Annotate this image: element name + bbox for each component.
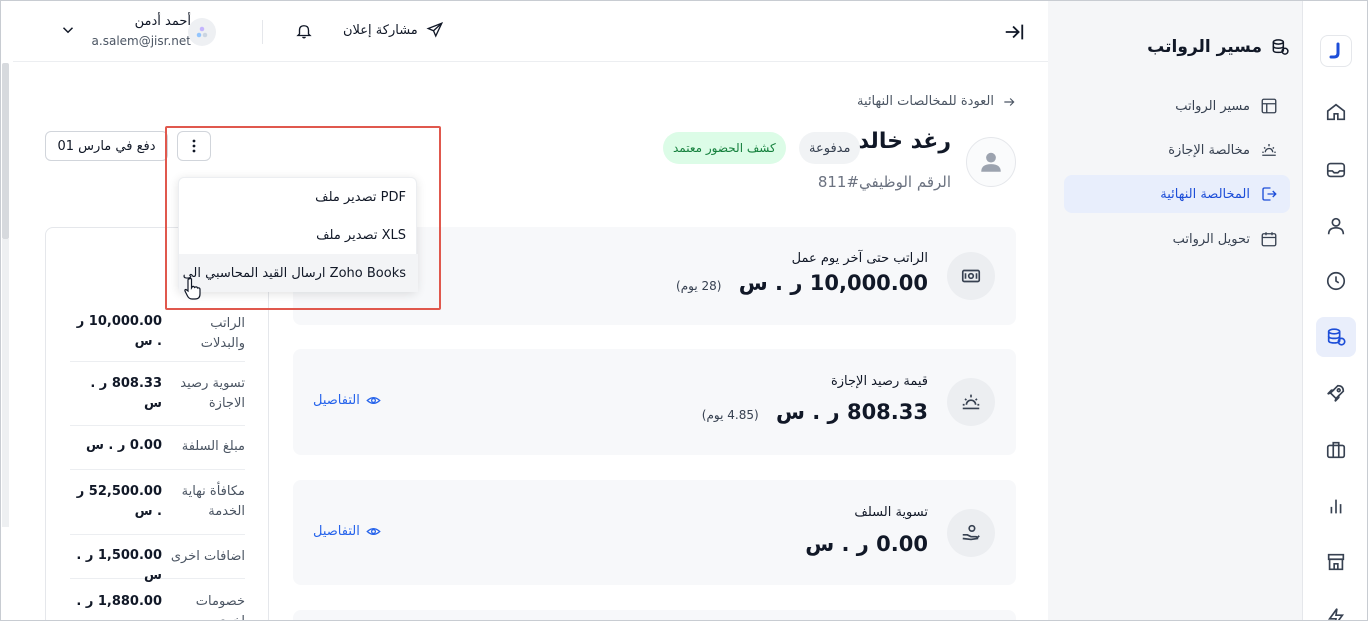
summary-label: مكافأة نهاية الخدمة: [181, 484, 245, 519]
app-window: مسير الرواتب مسير الرواتب مخالصة الإجازة…: [0, 0, 1368, 621]
summary-label: اضافات اخرى: [170, 549, 245, 564]
send-icon: [426, 22, 443, 38]
bar-chart-icon[interactable]: [1316, 486, 1356, 526]
clock-icon[interactable]: [1316, 261, 1356, 301]
home-icon[interactable]: [1316, 92, 1356, 132]
divider: [262, 20, 263, 44]
details-link[interactable]: التفاصيل: [313, 524, 381, 539]
payroll-sidebar-title-text: مسير الرواتب: [1147, 37, 1262, 57]
payroll-sidebar: مسير الرواتب مسير الرواتب مخالصة الإجازة…: [1048, 1, 1302, 620]
sidebar-item-leave-settlement[interactable]: مخالصة الإجازة: [1064, 131, 1290, 169]
user-name[interactable]: أحمد أدمن: [83, 14, 191, 29]
amount-value: 10,000.00: [809, 271, 928, 295]
summary-label: خصومات اخرى: [195, 594, 245, 620]
back-link-label: العودة للمخالصات النهائية: [857, 94, 994, 109]
sidebar-item-label: مسير الرواتب: [1175, 98, 1250, 114]
summary-row: مبلغ السلفة 0.00 ر . س: [70, 426, 245, 470]
leave-balance-card: قيمة رصيد الإجازة 808.33 ر . س (4.85 يوم…: [293, 349, 1016, 455]
sidebar-item-payroll[interactable]: مسير الرواتب: [1064, 87, 1290, 125]
summary-row: مكافأة نهاية الخدمة 52,500.00 ر . س: [70, 470, 245, 535]
calendar-icon: [1261, 232, 1277, 247]
amount-currency: ر . س: [805, 532, 869, 556]
summary-row: اضافات اخرى 1,500.00 ر . س: [70, 535, 245, 583]
card-amount: 0.00 ر . س: [805, 532, 928, 556]
payroll-sidebar-title: مسير الرواتب: [1147, 37, 1290, 57]
amount-note: (4.85 يوم): [701, 408, 759, 422]
amount-note: (28 يوم): [676, 279, 722, 293]
sidebar-item-final-settlement[interactable]: المخالصة النهائية: [1064, 175, 1290, 213]
summary-value: 10,000.00 ر . س: [76, 314, 162, 349]
eye-icon: [366, 397, 381, 404]
coins-icon[interactable]: [1316, 317, 1356, 357]
summary-row: الراتب والبدلات 10,000.00 ر . س: [70, 312, 245, 362]
advance-settlement-card: تسوية السلف 0.00 ر . س التفاصيل: [293, 480, 1016, 585]
user-icon[interactable]: [1316, 206, 1356, 246]
summary-row: تسوية رصيد الاجازة 808.33 ر . س: [70, 362, 245, 426]
table-icon: [1261, 98, 1277, 114]
back-link[interactable]: العودة للمخالصات النهائية: [821, 94, 1016, 109]
share-announcement-label: مشاركة إعلان: [343, 22, 418, 38]
status-badge-paid: مدفوعة: [799, 132, 861, 164]
cash-icon: [947, 252, 995, 300]
sidebar-item-label: تحويل الرواتب: [1172, 231, 1250, 247]
status-badge-attendance: كشف الحضور معتمد: [663, 132, 786, 164]
jisr-logo[interactable]: [1320, 35, 1352, 67]
summary-value: 0.00 ر . س: [85, 438, 162, 453]
user-email: a.salem@jisr.net: [91, 34, 191, 48]
coins-icon: [1272, 39, 1289, 55]
sidebar-item-label: المخالصة النهائية: [1160, 186, 1250, 202]
hand-coins-icon: [947, 509, 995, 557]
sidebar-item-salary-transfer[interactable]: تحويل الرواتب: [1064, 220, 1290, 258]
share-announcement-button[interactable]: مشاركة إعلان: [343, 21, 444, 39]
store-icon[interactable]: [1316, 542, 1356, 582]
employee-avatar: [966, 137, 1016, 187]
bolt-icon[interactable]: [1316, 597, 1356, 620]
avatar[interactable]: [188, 18, 216, 46]
amount-value: 808.33: [846, 400, 928, 424]
arrow-right-icon: [1004, 97, 1015, 106]
amount-value: 0.00: [876, 532, 928, 556]
hand-cursor-icon: [184, 277, 201, 300]
annotation-highlight-box: [165, 126, 441, 310]
amount-currency: ر . س: [775, 400, 840, 424]
sidebar-item-label: مخالصة الإجازة: [1168, 142, 1250, 158]
details-label: التفاصيل: [313, 393, 360, 408]
icon-rail: [1302, 1, 1367, 620]
card-title: تسوية السلف: [854, 505, 928, 520]
employee-name: رغد خالد: [857, 129, 951, 154]
summary-label: تسوية رصيد الاجازة: [180, 376, 245, 411]
summary-row: خصومات اخرى 1,880.00 ر . س: [70, 579, 245, 620]
eye-icon: [366, 528, 381, 535]
briefcase-icon[interactable]: [1316, 430, 1356, 470]
scrollbar-thumb[interactable]: [2, 63, 9, 239]
employee-id: الرقم الوظيفي#811: [817, 173, 951, 191]
summary-label: الراتب والبدلات: [200, 316, 245, 351]
summary-label: مبلغ السلفة: [181, 439, 245, 454]
card-title: قيمة رصيد الإجازة: [830, 374, 928, 389]
card-amount: 10,000.00 ر . س (28 يوم): [676, 271, 928, 295]
chevron-down-icon[interactable]: [59, 21, 77, 39]
logout-icon: [1262, 187, 1277, 201]
bell-icon[interactable]: [295, 22, 313, 40]
summary-value: 52,500.00 ر . س: [76, 484, 162, 519]
inbox-icon[interactable]: [1316, 150, 1356, 190]
card-amount: 808.33 ر . س (4.85 يوم): [702, 400, 928, 424]
collapse-sidebar-icon[interactable]: [1003, 21, 1025, 43]
scrollbar-track: [2, 239, 9, 527]
pay-date-button[interactable]: دفع في مارس 01: [45, 131, 168, 161]
next-card: [293, 610, 1016, 620]
summary-value: 808.33 ر . س: [90, 376, 162, 411]
amount-currency: ر . س: [738, 271, 803, 295]
details-link[interactable]: التفاصيل: [313, 393, 381, 408]
rocket-icon[interactable]: [1316, 373, 1356, 413]
top-bar: أحمد أدمن a.salem@jisr.net مشاركة إعلان: [13, 1, 1048, 62]
sunset-icon: [1262, 144, 1276, 156]
summary-value: 1,880.00 ر . س: [76, 594, 162, 620]
card-title: الراتب حتى آخر يوم عمل: [791, 251, 928, 266]
details-label: التفاصيل: [313, 524, 360, 539]
sunset-icon: [947, 378, 995, 426]
